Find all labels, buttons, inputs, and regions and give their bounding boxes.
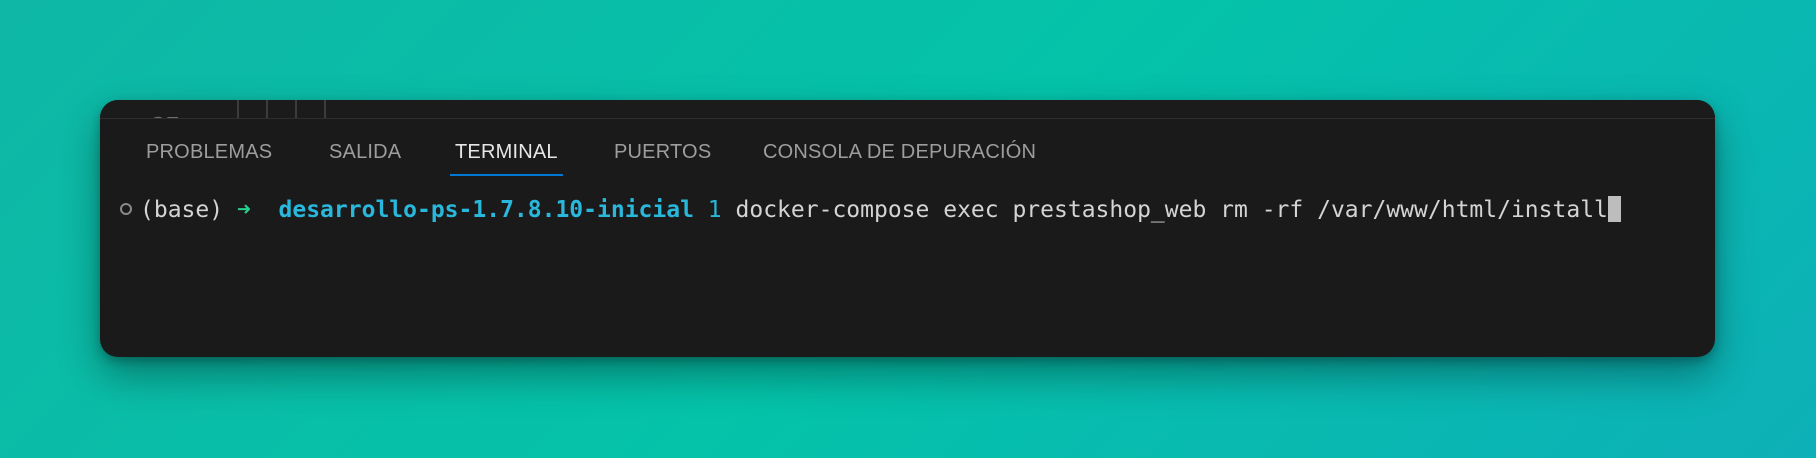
conda-env: (base) [140,197,224,223]
editor-partial-view: 37 condition: service_healthy [100,100,1715,118]
editor-code-line: 37 condition: service_healthy [100,100,1715,118]
prompt-marker: 1 [707,197,722,223]
indent-guide [324,100,326,118]
tab-consola-de-depuracion[interactable]: CONSOLA DE DEPURACIÓN [763,141,1036,164]
terminal-output[interactable]: (base) ➜ desarrollo-ps-1.7.8.10-inicial … [100,195,1715,345]
indent-guide [266,100,268,118]
tab-terminal[interactable]: TERMINAL [450,141,563,176]
terminal-command: docker-compose exec prestashop_web rm -r… [735,197,1608,223]
indent-guide [295,100,297,118]
tab-salida[interactable]: SALIDA [329,141,401,164]
indent-guide [237,100,239,118]
panel-tab-bar: PROBLEMAS SALIDA TERMINAL PUERTOS CONSOL… [100,119,1715,177]
tab-problemas[interactable]: PROBLEMAS [146,141,272,164]
terminal-prompt-line[interactable]: (base) ➜ desarrollo-ps-1.7.8.10-inicial … [120,195,1621,225]
terminal-panel-window: 37 condition: service_healthy PROBLEMAS … [100,100,1715,357]
current-directory: desarrollo-ps-1.7.8.10-inicial [278,197,694,223]
prompt-arrow-icon: ➜ [236,197,251,223]
terminal-cursor [1607,195,1621,222]
circle-outline-icon[interactable] [120,202,132,215]
tab-puertos[interactable]: PUERTOS [614,141,711,164]
